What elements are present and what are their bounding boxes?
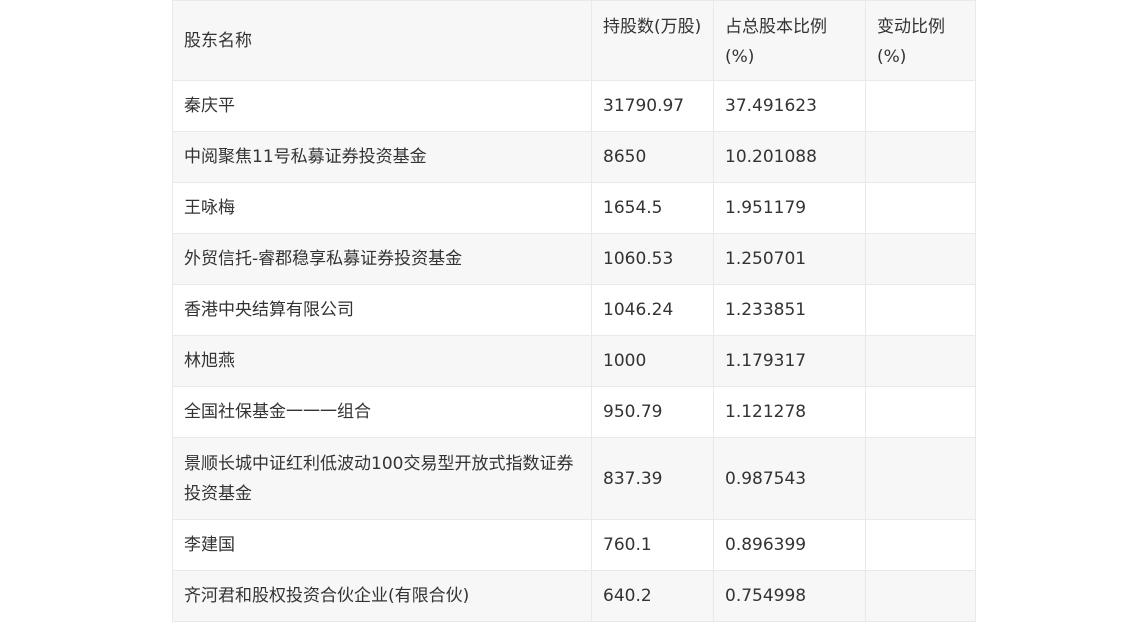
table-row: 秦庆平 31790.97 37.491623 xyxy=(172,80,976,132)
table-row: 中阅聚焦11号私募证券投资基金 8650 10.201088 xyxy=(172,131,976,183)
cell-change-ratio xyxy=(865,131,976,183)
table-row: 景顺长城中证红利低波动100交易型开放式指数证券投资基金 837.39 0.98… xyxy=(172,437,976,520)
cell-shareholder-name: 全国社保基金一一一组合 xyxy=(172,386,592,438)
cell-shareholder-name: 王咏梅 xyxy=(172,182,592,234)
cell-shareholder-name: 林旭燕 xyxy=(172,335,592,387)
cell-shareholder-name: 秦庆平 xyxy=(172,80,592,132)
table-header-row: 股东名称 持股数(万股) 占总股本比例(%) 变动比例(%) xyxy=(172,0,976,81)
cell-shares-held: 760.1 xyxy=(591,519,714,571)
cell-shares-held: 31790.97 xyxy=(591,80,714,132)
cell-share-ratio: 0.987543 xyxy=(713,437,866,520)
cell-change-ratio xyxy=(865,80,976,132)
header-shares-held: 持股数(万股) xyxy=(591,0,714,81)
header-change-ratio: 变动比例(%) xyxy=(865,0,976,81)
table-row: 齐河君和股权投资合伙企业(有限合伙) 640.2 0.754998 xyxy=(172,570,976,622)
cell-share-ratio: 1.121278 xyxy=(713,386,866,438)
cell-shares-held: 1046.24 xyxy=(591,284,714,336)
cell-change-ratio xyxy=(865,437,976,520)
cell-change-ratio xyxy=(865,570,976,622)
table-row: 李建国 760.1 0.896399 xyxy=(172,519,976,571)
cell-shares-held: 837.39 xyxy=(591,437,714,520)
cell-change-ratio xyxy=(865,233,976,285)
cell-shares-held: 1000 xyxy=(591,335,714,387)
cell-share-ratio: 1.233851 xyxy=(713,284,866,336)
cell-shareholder-name: 外贸信托-睿郡稳享私募证券投资基金 xyxy=(172,233,592,285)
cell-change-ratio xyxy=(865,182,976,234)
table-row: 外贸信托-睿郡稳享私募证券投资基金 1060.53 1.250701 xyxy=(172,233,976,285)
table-row: 王咏梅 1654.5 1.951179 xyxy=(172,182,976,234)
cell-share-ratio: 37.491623 xyxy=(713,80,866,132)
cell-share-ratio: 1.179317 xyxy=(713,335,866,387)
cell-shares-held: 1654.5 xyxy=(591,182,714,234)
cell-share-ratio: 0.754998 xyxy=(713,570,866,622)
table-row: 全国社保基金一一一组合 950.79 1.121278 xyxy=(172,386,976,438)
cell-shareholder-name: 香港中央结算有限公司 xyxy=(172,284,592,336)
cell-share-ratio: 10.201088 xyxy=(713,131,866,183)
cell-share-ratio: 1.250701 xyxy=(713,233,866,285)
shareholder-table-container: 股东名称 持股数(万股) 占总股本比例(%) 变动比例(%) 秦庆平 31790… xyxy=(172,0,976,622)
cell-share-ratio: 1.951179 xyxy=(713,182,866,234)
cell-shareholder-name: 齐河君和股权投资合伙企业(有限合伙) xyxy=(172,570,592,622)
cell-change-ratio xyxy=(865,284,976,336)
cell-shares-held: 640.2 xyxy=(591,570,714,622)
cell-shareholder-name: 李建国 xyxy=(172,519,592,571)
shareholder-table: 股东名称 持股数(万股) 占总股本比例(%) 变动比例(%) 秦庆平 31790… xyxy=(172,0,976,622)
cell-shareholder-name: 中阅聚焦11号私募证券投资基金 xyxy=(172,131,592,183)
cell-shares-held: 1060.53 xyxy=(591,233,714,285)
cell-shares-held: 8650 xyxy=(591,131,714,183)
cell-share-ratio: 0.896399 xyxy=(713,519,866,571)
cell-change-ratio xyxy=(865,335,976,387)
cell-change-ratio xyxy=(865,386,976,438)
cell-change-ratio xyxy=(865,519,976,571)
header-share-ratio: 占总股本比例(%) xyxy=(713,0,866,81)
cell-shares-held: 950.79 xyxy=(591,386,714,438)
table-row: 林旭燕 1000 1.179317 xyxy=(172,335,976,387)
header-shareholder-name: 股东名称 xyxy=(172,0,592,81)
cell-shareholder-name: 景顺长城中证红利低波动100交易型开放式指数证券投资基金 xyxy=(172,437,592,520)
table-row: 香港中央结算有限公司 1046.24 1.233851 xyxy=(172,284,976,336)
